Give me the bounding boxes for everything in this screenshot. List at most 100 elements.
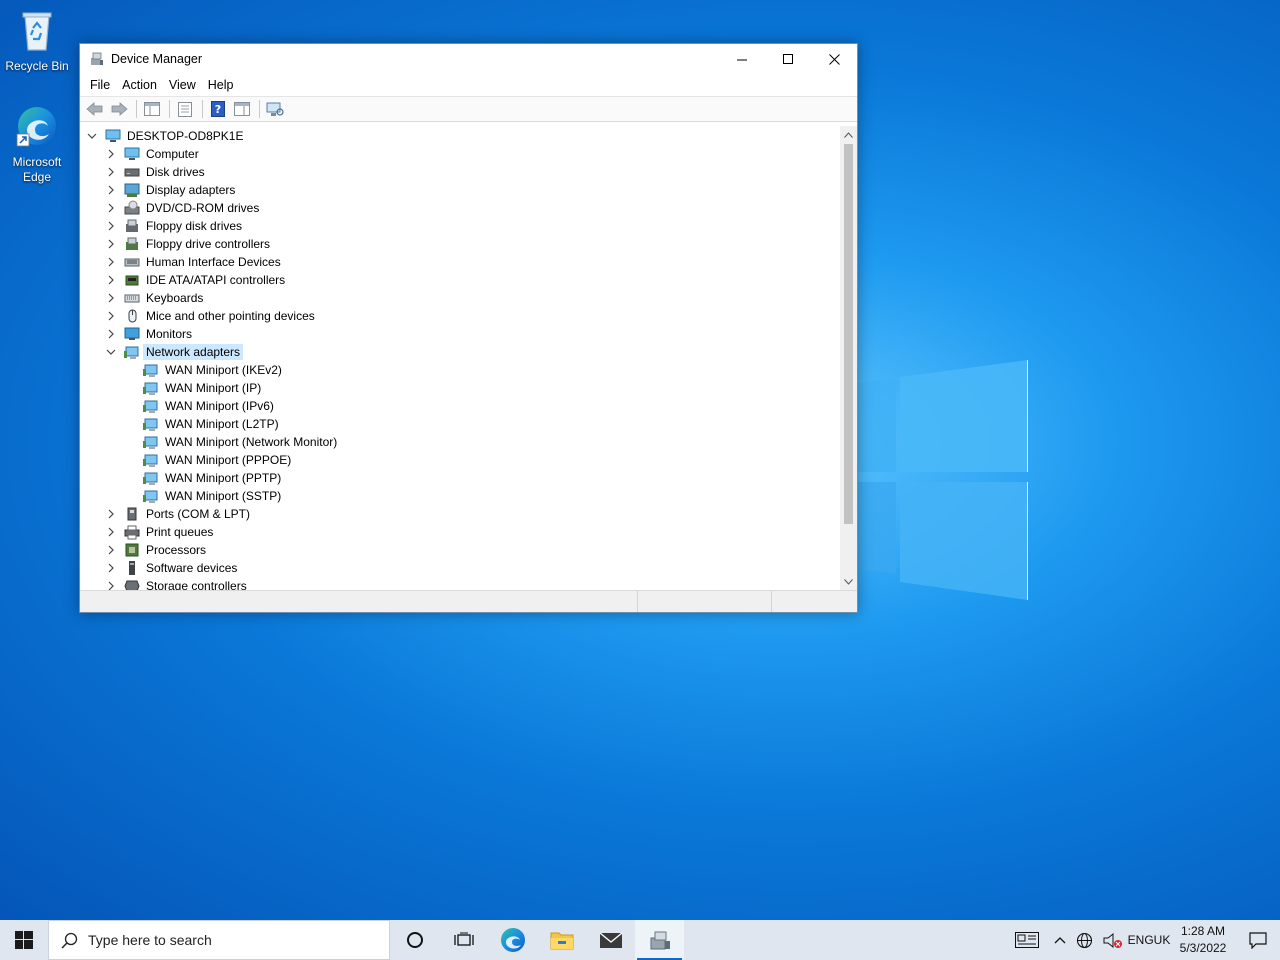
tree-device-label[interactable]: WAN Miniport (L2TP)	[162, 416, 282, 432]
tree-root-label[interactable]: DESKTOP-OD8PK1E	[124, 128, 246, 144]
tree-category-row[interactable]: Monitors	[80, 325, 857, 343]
chevron-right-icon[interactable]	[105, 580, 117, 590]
chevron-right-icon[interactable]	[105, 256, 117, 268]
expander[interactable]	[105, 346, 117, 358]
forward-button[interactable]	[108, 99, 130, 119]
chevron-right-icon[interactable]	[105, 166, 117, 178]
expander[interactable]	[105, 508, 117, 520]
tree-category-row[interactable]: Network adapters	[80, 343, 857, 361]
tree-category-row[interactable]: Ports (COM & LPT)	[80, 505, 857, 523]
expander[interactable]	[105, 184, 117, 196]
expander[interactable]	[105, 562, 117, 574]
tree-category-label[interactable]: Human Interface Devices	[143, 254, 284, 270]
tree-category-label[interactable]: Software devices	[143, 560, 240, 576]
tree-device-label[interactable]: WAN Miniport (PPTP)	[162, 470, 284, 486]
menu-action[interactable]: Action	[116, 78, 163, 92]
tree-category-label[interactable]: IDE ATA/ATAPI controllers	[143, 272, 288, 288]
edge-taskbar-button[interactable]	[488, 920, 537, 960]
tree-category-label[interactable]: DVD/CD-ROM drives	[143, 200, 262, 216]
tree-device-row[interactable]: WAN Miniport (PPPOE)	[80, 451, 857, 469]
network-status-button[interactable]	[1071, 920, 1098, 960]
expander[interactable]	[105, 274, 117, 286]
minimize-button[interactable]	[719, 44, 765, 74]
properties-button[interactable]	[174, 99, 196, 119]
chevron-right-icon[interactable]	[105, 148, 117, 160]
show-hide-console-tree-button[interactable]	[141, 99, 163, 119]
tree-category-label[interactable]: Mice and other pointing devices	[143, 308, 318, 324]
chevron-right-icon[interactable]	[105, 274, 117, 286]
menu-help[interactable]: Help	[202, 78, 240, 92]
chevron-right-icon[interactable]	[105, 526, 117, 538]
tree-category-row[interactable]: Print queues	[80, 523, 857, 541]
tree-device-label[interactable]: WAN Miniport (PPPOE)	[162, 452, 294, 468]
tree-category-row[interactable]: Floppy disk drives	[80, 217, 857, 235]
tree-category-label[interactable]: Disk drives	[143, 164, 208, 180]
tree-category-label[interactable]: Print queues	[143, 524, 216, 540]
expander[interactable]	[105, 292, 117, 304]
tree-category-label[interactable]: Monitors	[143, 326, 195, 342]
tree-category-row[interactable]: Disk drives	[80, 163, 857, 181]
action-pane-button[interactable]	[231, 99, 253, 119]
tree-device-row[interactable]: WAN Miniport (IKEv2)	[80, 361, 857, 379]
chevron-down-icon[interactable]	[105, 346, 117, 358]
volume-button[interactable]	[1098, 920, 1128, 960]
show-hidden-icons-button[interactable]	[1049, 920, 1071, 960]
tree-device-row[interactable]: WAN Miniport (SSTP)	[80, 487, 857, 505]
expander[interactable]	[105, 202, 117, 214]
expander[interactable]	[105, 580, 117, 590]
tree-category-row[interactable]: Display adapters	[80, 181, 857, 199]
device-tree[interactable]: DESKTOP-OD8PK1E Computer Disk drives Displa…	[80, 126, 857, 590]
input-language-indicator[interactable]: ENG UK	[1128, 920, 1171, 960]
tree-category-row[interactable]: IDE ATA/ATAPI controllers	[80, 271, 857, 289]
tree-device-label[interactable]: WAN Miniport (Network Monitor)	[162, 434, 340, 450]
recycle-bin-shortcut[interactable]: Recycle Bin	[0, 8, 74, 74]
chevron-right-icon[interactable]	[105, 544, 117, 556]
start-button[interactable]	[0, 920, 48, 960]
menu-view[interactable]: View	[163, 78, 202, 92]
menu-file[interactable]: File	[84, 78, 116, 92]
help-button[interactable]: ?	[207, 99, 229, 119]
tree-category-row[interactable]: Computer	[80, 145, 857, 163]
tree-category-row[interactable]: DVD/CD-ROM drives	[80, 199, 857, 217]
tree-device-label[interactable]: WAN Miniport (IKEv2)	[162, 362, 285, 378]
file-explorer-button[interactable]	[537, 920, 586, 960]
tree-device-row[interactable]: WAN Miniport (PPTP)	[80, 469, 857, 487]
tree-category-label[interactable]: Computer	[143, 146, 202, 162]
tree-device-label[interactable]: WAN Miniport (IP)	[162, 380, 264, 396]
tree-device-row[interactable]: WAN Miniport (IPv6)	[80, 397, 857, 415]
back-button[interactable]	[84, 99, 106, 119]
chevron-down-icon[interactable]	[86, 130, 98, 142]
tree-category-row[interactable]: Storage controllers	[80, 577, 857, 590]
scroll-down-button[interactable]	[840, 573, 857, 590]
news-widget-button[interactable]	[1005, 920, 1049, 960]
tree-device-row[interactable]: WAN Miniport (L2TP)	[80, 415, 857, 433]
tree-category-row[interactable]: Processors	[80, 541, 857, 559]
tree-category-row[interactable]: Human Interface Devices	[80, 253, 857, 271]
chevron-right-icon[interactable]	[105, 202, 117, 214]
chevron-right-icon[interactable]	[105, 220, 117, 232]
expander[interactable]	[105, 526, 117, 538]
tree-category-label[interactable]: Display adapters	[143, 182, 238, 198]
maximize-button[interactable]	[765, 44, 811, 74]
tree-device-label[interactable]: WAN Miniport (SSTP)	[162, 488, 284, 504]
scan-hardware-button[interactable]	[264, 99, 286, 119]
edge-shortcut[interactable]: Microsoft Edge	[0, 104, 74, 185]
tree-category-label[interactable]: Processors	[143, 542, 209, 558]
notifications-button[interactable]	[1236, 920, 1280, 960]
chevron-right-icon[interactable]	[105, 328, 117, 340]
expander[interactable]	[86, 130, 98, 142]
close-button[interactable]	[811, 44, 857, 74]
tree-category-label[interactable]: Storage controllers	[143, 578, 250, 590]
scroll-thumb[interactable]	[844, 144, 853, 524]
tree-category-label[interactable]: Network adapters	[143, 344, 244, 360]
expander[interactable]	[105, 544, 117, 556]
chevron-right-icon[interactable]	[105, 292, 117, 304]
expander[interactable]	[105, 220, 117, 232]
tree-category-label[interactable]: Floppy disk drives	[143, 218, 245, 234]
chevron-right-icon[interactable]	[105, 238, 117, 250]
chevron-right-icon[interactable]	[105, 508, 117, 520]
tree-category-label[interactable]: Ports (COM & LPT)	[143, 506, 253, 522]
tree-category-row[interactable]: Floppy drive controllers	[80, 235, 857, 253]
scroll-up-button[interactable]	[840, 126, 857, 143]
task-view-button[interactable]	[439, 920, 488, 960]
